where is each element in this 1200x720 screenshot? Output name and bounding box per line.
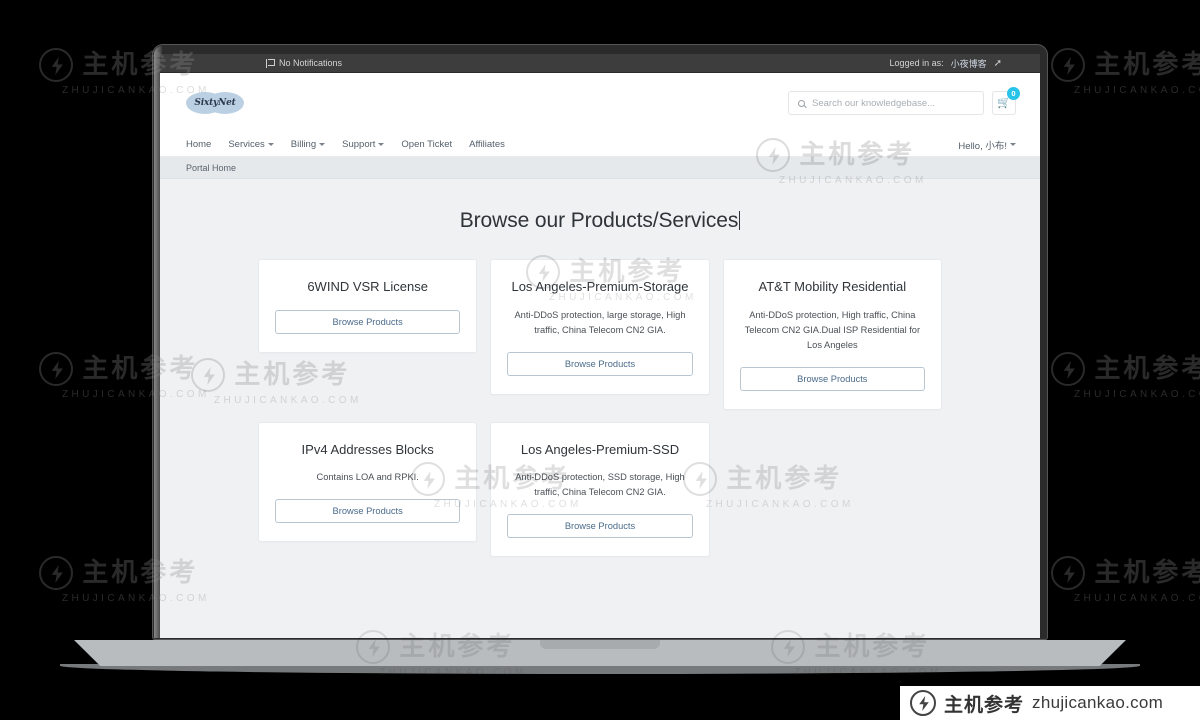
client-area-topbar: No Notifications Logged in as: 小夜博客 ➚ [160,54,1040,73]
site-logo[interactable]: SixtyNet [186,92,244,114]
chevron-down-icon [267,143,274,146]
nav-item-billing[interactable]: Billing [290,139,326,150]
banner-cn-text: 主机参考 [944,693,1025,716]
logo-text: SixtyNet [194,98,236,108]
card-description: Contains LOA and RPKI. [316,472,419,483]
nav-item-affiliates[interactable]: Affiliates [469,139,505,150]
search-icon [798,99,805,107]
nav-item-list: Home Services Billing Support Open Ticke… [186,139,505,150]
product-group-grid: 6WIND VSR License Browse Products Los An… [184,259,1016,558]
nav-item-home[interactable]: Home [186,139,211,150]
card-title: Los Angeles-Premium-SSD [520,441,680,457]
cart-icon: 🛒 [997,96,1011,109]
card-title: Los Angeles-Premium-Storage [511,279,689,294]
product-group-card[interactable]: Los Angeles-Premium-Storage Anti-DDoS pr… [490,259,710,395]
text-cursor [739,211,741,230]
browse-products-button[interactable]: Browse Products [507,351,693,376]
logged-in-username[interactable]: 小夜博客 [951,57,987,70]
browse-products-button[interactable]: Browse Products [275,309,461,334]
browse-products-button[interactable]: Browse Products [739,366,925,391]
flag-icon [266,58,275,68]
account-menu-label: Hello, 小布! [958,140,1007,152]
nav-item-support[interactable]: Support [342,139,385,150]
nav-item-open-ticket[interactable]: Open Ticket [401,139,452,150]
card-title: AT&T Mobility Residential [758,279,907,294]
browse-products-button[interactable]: Browse Products [275,499,461,524]
notifications-area[interactable]: No Notifications [266,58,342,68]
nav-label: Home [186,139,212,150]
product-group-card[interactable]: Los Angeles-Premium-SSD Anti-DDoS protec… [490,421,710,558]
card-description: Anti-DDoS protection, large storage, Hig… [514,309,686,335]
notifications-label: No Notifications [279,58,343,68]
header-right-group: 🛒 0 [788,87,1020,115]
card-title: IPv4 Addresses Blocks [301,441,434,457]
watermark-banner: 主机参考 zhujicankao.com [900,686,1200,720]
logged-in-area: Logged in as: 小夜博客 ➚ [890,57,1002,70]
account-menu[interactable]: Hello, 小布! [958,138,1016,152]
product-group-card[interactable]: IPv4 Addresses Blocks Contains LOA and R… [258,421,478,543]
main-navigation: Home Services Billing Support Open Ticke… [160,133,1040,157]
product-group-card[interactable]: AT&T Mobility Residential Anti-DDoS prot… [722,259,942,410]
nav-item-services[interactable]: Services [228,139,274,150]
nav-label: Support [342,139,376,150]
nav-label: Billing [290,139,317,150]
card-title: 6WIND VSR License [307,279,428,294]
nav-label: Open Ticket [401,139,453,150]
browser-viewport: No Notifications Logged in as: 小夜博客 ➚ Si… [160,54,1040,638]
lightning-circle-icon [910,690,936,716]
chevron-down-icon [1010,143,1016,146]
page-title: Browse our Products/Services [459,209,741,233]
knowledgebase-search[interactable] [788,91,984,115]
page-title-wrapper: Browse our Products/Services [184,209,1016,233]
laptop-base-notch [540,640,660,649]
site-header: SixtyNet 🛒 0 [160,73,1040,133]
cart-button[interactable]: 🛒 0 [992,87,1020,115]
chevron-down-icon [378,143,385,146]
laptop-mockup: No Notifications Logged in as: 小夜博客 ➚ Si… [0,0,1200,720]
browse-products-button[interactable]: Browse Products [507,514,693,539]
screenshot-root: 主机参考 ZHUJICANKAO.COM 主机参考 ZHUJICANKAO.CO… [0,0,1200,720]
cart-badge: 0 [1007,87,1020,100]
chevron-down-icon [319,143,326,146]
logout-icon[interactable]: ➚ [994,58,1002,69]
product-group-card[interactable]: 6WIND VSR License Browse Products [258,259,478,353]
logged-in-label: Logged in as: [889,58,944,68]
nav-label: Services [228,139,265,150]
nav-label: Affiliates [469,139,505,150]
breadcrumb-item-portal-home[interactable]: Portal Home [186,163,236,173]
breadcrumb: Portal Home [160,157,1040,179]
card-description: Anti-DDoS protection, High traffic, Chin… [744,309,921,350]
page-title-text: Browse our Products/Services [459,209,739,232]
card-description: Anti-DDoS protection, SSD storage, High … [515,472,685,498]
main-content: Browse our Products/Services 6WIND VSR L… [160,179,1040,558]
banner-en-text: zhujicankao.com [1032,693,1164,712]
search-input[interactable] [812,97,974,109]
